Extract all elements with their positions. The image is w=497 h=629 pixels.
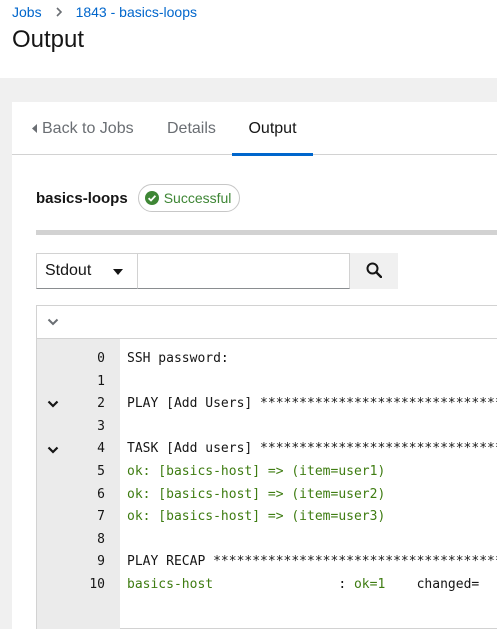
breadcrumb-jobs-link[interactable]: Jobs bbox=[12, 4, 42, 20]
output-line: 1 bbox=[37, 371, 497, 394]
expand-all-chevron-icon[interactable] bbox=[47, 313, 59, 331]
output-line: 9 PLAY RECAP ****************************… bbox=[37, 551, 497, 574]
line-text: ok: [basics-host] => (item=user2) bbox=[127, 486, 386, 502]
search-input[interactable] bbox=[138, 253, 350, 289]
collapse-chevron-icon[interactable] bbox=[45, 438, 61, 461]
line-number: 4 bbox=[97, 441, 105, 457]
output-panel: 0 SSH password: 1 2 PLAY [Add Users] *******… bbox=[36, 305, 497, 629]
status-label: Successful bbox=[163, 190, 232, 206]
output-line: 8 bbox=[37, 529, 497, 552]
line-text: SSH password: bbox=[127, 351, 229, 366]
breadcrumb: Jobs 1843 - basics-loops bbox=[12, 4, 197, 20]
output-line: 5 ok: [basics-host] => (item=user1) bbox=[37, 461, 497, 484]
search-button[interactable] bbox=[350, 253, 398, 289]
output-line: 4 TASK [Add users] **********************… bbox=[37, 438, 497, 461]
job-progress-fill bbox=[36, 230, 497, 235]
job-output-card: Back to Jobs Details Output basics-loops… bbox=[12, 102, 497, 629]
line-number: 1 bbox=[97, 373, 105, 389]
line-text: PLAY RECAP *****************************… bbox=[127, 554, 497, 570]
caret-left-icon bbox=[32, 124, 37, 133]
collapse-chevron-icon[interactable] bbox=[45, 393, 61, 416]
line-text: ok: [basics-host] => (item=user1) bbox=[127, 464, 386, 479]
chevron-right-icon bbox=[56, 7, 62, 17]
line-text: basics-host : ok=1 changed= bbox=[127, 577, 480, 592]
output-toolbar: Stdout bbox=[36, 253, 398, 289]
output-line: 0 SSH password: bbox=[37, 348, 497, 371]
line-number: 8 bbox=[97, 531, 105, 547]
stdout-select[interactable]: Stdout bbox=[36, 253, 138, 289]
output-line: 10 basics-host : ok=1 changed= bbox=[37, 574, 497, 597]
output-line: 6 ok: [basics-host] => (item=user2) bbox=[37, 484, 497, 507]
tab-back-to-jobs[interactable]: Back to Jobs bbox=[32, 102, 134, 155]
output-line: 2 PLAY [Add Users] **********************… bbox=[37, 393, 497, 416]
tab-back-label: Back to Jobs bbox=[42, 119, 134, 137]
line-number: 9 bbox=[97, 554, 105, 570]
status-badge: Successful bbox=[137, 184, 241, 212]
job-progress-bar bbox=[36, 230, 497, 235]
line-number: 6 bbox=[97, 486, 105, 502]
line-text: ok: [basics-host] => (item=user3) bbox=[127, 509, 386, 525]
tab-details[interactable]: Details bbox=[167, 102, 216, 155]
job-title-row: basics-loops Successful bbox=[36, 183, 241, 213]
line-number: 0 bbox=[97, 351, 105, 366]
output-line: 3 bbox=[37, 416, 497, 439]
line-number: 5 bbox=[97, 464, 105, 479]
breadcrumb-current-job-link[interactable]: 1843 - basics-loops bbox=[76, 4, 197, 20]
check-circle-icon bbox=[144, 191, 159, 205]
line-number: 2 bbox=[97, 396, 105, 412]
output-body: 0 SSH password: 1 2 PLAY [Add Users] *******… bbox=[37, 339, 497, 629]
output-header bbox=[37, 306, 497, 339]
line-number: 3 bbox=[97, 418, 105, 434]
output-line: 7 ok: [basics-host] => (item=user3) bbox=[37, 506, 497, 529]
tab-bar: Back to Jobs Details Output bbox=[12, 102, 497, 156]
page-header: Jobs 1843 - basics-loops Output bbox=[0, 0, 497, 78]
stdout-select-label: Stdout bbox=[45, 262, 92, 279]
line-text: TASK [Add users] ***********************… bbox=[127, 441, 497, 457]
tab-output[interactable]: Output bbox=[232, 102, 313, 156]
line-number: 10 bbox=[89, 577, 105, 592]
line-number: 7 bbox=[97, 509, 105, 525]
line-text: PLAY [Add Users] ***********************… bbox=[127, 396, 497, 412]
caret-down-icon bbox=[113, 262, 123, 280]
job-name: basics-loops bbox=[36, 189, 128, 207]
search-icon bbox=[366, 262, 383, 281]
page-title: Output bbox=[12, 26, 85, 53]
